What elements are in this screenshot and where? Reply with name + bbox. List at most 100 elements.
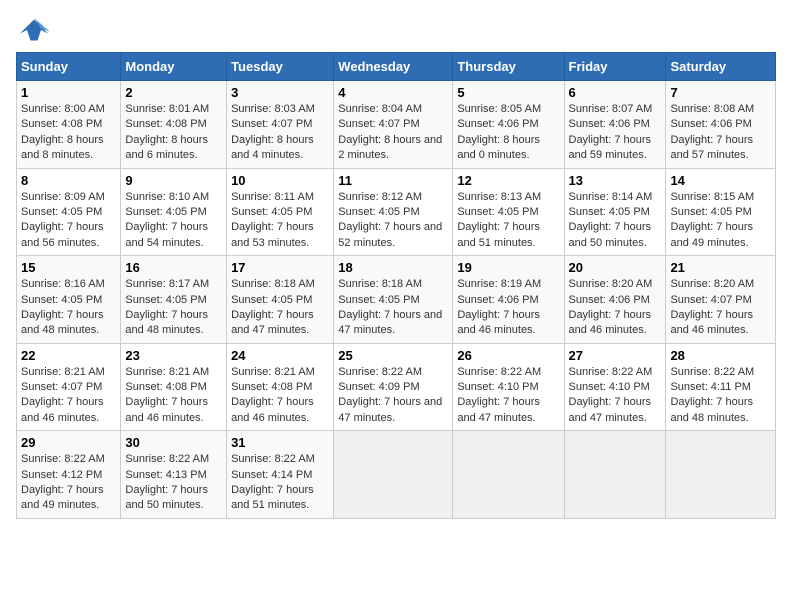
calendar-cell: 23Sunrise: 8:21 AMSunset: 4:08 PMDayligh… xyxy=(121,343,227,431)
calendar-cell: 24 Sunrise: 8:21 AMSunset: 4:08 PMDayligh… xyxy=(227,343,334,431)
calendar-cell: 31 Sunrise: 8:22 AMSunset: 4:14 PMDayligh… xyxy=(227,431,334,519)
day-info: Sunrise: 8:12 AMSunset: 4:05 PMDaylight:… xyxy=(338,190,448,252)
calendar-cell xyxy=(334,431,453,519)
day-info: Sunrise: 8:22 AMSunset: 4:11 PMDaylight:… xyxy=(670,365,771,427)
day-number: 5 xyxy=(457,85,559,100)
calendar-cell: 1 Sunrise: 8:00 AMSunset: 4:08 PMDaylight… xyxy=(17,81,121,169)
calendar-cell: 11 Sunrise: 8:12 AMSunset: 4:05 PMDayligh… xyxy=(334,168,453,256)
calendar-cell: 14 Sunrise: 8:15 AMSunset: 4:05 PMDayligh… xyxy=(666,168,776,256)
day-number: 10 xyxy=(231,173,329,188)
day-info: Sunrise: 8:22 AMSunset: 4:12 PMDaylight:… xyxy=(21,452,116,514)
day-number: 27 xyxy=(569,348,662,363)
day-number: 12 xyxy=(457,173,559,188)
day-info: Sunrise: 8:16 AMSunset: 4:05 PMDaylight:… xyxy=(21,277,116,339)
calendar-cell xyxy=(564,431,666,519)
header-thursday: Thursday xyxy=(453,53,564,81)
calendar-cell xyxy=(453,431,564,519)
day-number: 20 xyxy=(569,260,662,275)
logo xyxy=(16,16,56,44)
day-number: 19 xyxy=(457,260,559,275)
calendar-cell: 27 Sunrise: 8:22 AMSunset: 4:10 PMDayligh… xyxy=(564,343,666,431)
day-info: Sunrise: 8:22 AMSunset: 4:14 PMDaylight:… xyxy=(231,452,329,514)
day-number: 6 xyxy=(569,85,662,100)
calendar-row: 15 Sunrise: 8:16 AMSunset: 4:05 PMDayligh… xyxy=(17,256,776,344)
day-number: 26 xyxy=(457,348,559,363)
calendar-cell: 21Sunrise: 8:20 AMSunset: 4:07 PMDayligh… xyxy=(666,256,776,344)
day-info: Sunrise: 8:22 AMSunset: 4:09 PMDaylight:… xyxy=(338,365,448,427)
day-number: 22 xyxy=(21,348,116,363)
day-number: 28 xyxy=(670,348,771,363)
day-number: 25 xyxy=(338,348,448,363)
day-info: Sunrise: 8:11 AMSunset: 4:05 PMDaylight:… xyxy=(231,190,329,252)
calendar-cell: 7 Sunrise: 8:08 AMSunset: 4:06 PMDaylight… xyxy=(666,81,776,169)
day-number: 24 xyxy=(231,348,329,363)
calendar-cell: 30 Sunrise: 8:22 AMSunset: 4:13 PMDayligh… xyxy=(121,431,227,519)
day-info: Sunrise: 8:22 AMSunset: 4:13 PMDaylight:… xyxy=(125,452,222,514)
day-info: Sunrise: 8:15 AMSunset: 4:05 PMDaylight:… xyxy=(670,190,771,252)
calendar-cell: 15 Sunrise: 8:16 AMSunset: 4:05 PMDayligh… xyxy=(17,256,121,344)
calendar-cell: 3 Sunrise: 8:03 AMSunset: 4:07 PMDaylight… xyxy=(227,81,334,169)
day-number: 7 xyxy=(670,85,771,100)
day-number: 23 xyxy=(125,348,222,363)
day-info: Sunrise: 8:08 AMSunset: 4:06 PMDaylight:… xyxy=(670,102,771,164)
calendar-cell: 6 Sunrise: 8:07 AMSunset: 4:06 PMDaylight… xyxy=(564,81,666,169)
day-info: Sunrise: 8:07 AMSunset: 4:06 PMDaylight:… xyxy=(569,102,662,164)
calendar-cell: 20 Sunrise: 8:20 AMSunset: 4:06 PMDayligh… xyxy=(564,256,666,344)
calendar-cell: 18 Sunrise: 8:18 AMSunset: 4:05 PMDayligh… xyxy=(334,256,453,344)
calendar-cell: 17Sunrise: 8:18 AMSunset: 4:05 PMDayligh… xyxy=(227,256,334,344)
day-number: 11 xyxy=(338,173,448,188)
calendar-cell: 26 Sunrise: 8:22 AMSunset: 4:10 PMDayligh… xyxy=(453,343,564,431)
header-saturday: Saturday xyxy=(666,53,776,81)
day-number: 4 xyxy=(338,85,448,100)
day-info: Sunrise: 8:09 AMSunset: 4:05 PMDaylight:… xyxy=(21,190,116,252)
day-info: Sunrise: 8:04 AMSunset: 4:07 PMDaylight:… xyxy=(338,102,448,164)
day-number: 18 xyxy=(338,260,448,275)
header-sunday: Sunday xyxy=(17,53,121,81)
day-info: Sunrise: 8:10 AMSunset: 4:05 PMDaylight:… xyxy=(125,190,222,252)
day-info: Sunrise: 8:22 AMSunset: 4:10 PMDaylight:… xyxy=(457,365,559,427)
day-info: Sunrise: 8:20 AMSunset: 4:06 PMDaylight:… xyxy=(569,277,662,339)
day-number: 14 xyxy=(670,173,771,188)
day-info: Sunrise: 8:21 AMSunset: 4:08 PMDaylight:… xyxy=(231,365,329,427)
day-info: Sunrise: 8:13 AMSunset: 4:05 PMDaylight:… xyxy=(457,190,559,252)
day-number: 3 xyxy=(231,85,329,100)
day-info: Sunrise: 8:01 AMSunset: 4:08 PMDaylight:… xyxy=(125,102,222,164)
calendar-row: 29 Sunrise: 8:22 AMSunset: 4:12 PMDayligh… xyxy=(17,431,776,519)
calendar-cell: 2 Sunrise: 8:01 AMSunset: 4:08 PMDaylight… xyxy=(121,81,227,169)
calendar-table: SundayMondayTuesdayWednesdayThursdayFrid… xyxy=(16,52,776,519)
calendar-cell: 9Sunrise: 8:10 AMSunset: 4:05 PMDaylight… xyxy=(121,168,227,256)
day-number: 31 xyxy=(231,435,329,450)
day-info: Sunrise: 8:22 AMSunset: 4:10 PMDaylight:… xyxy=(569,365,662,427)
calendar-cell: 13Sunrise: 8:14 AMSunset: 4:05 PMDayligh… xyxy=(564,168,666,256)
day-number: 30 xyxy=(125,435,222,450)
day-info: Sunrise: 8:05 AMSunset: 4:06 PMDaylight:… xyxy=(457,102,559,164)
day-info: Sunrise: 8:18 AMSunset: 4:05 PMDaylight:… xyxy=(338,277,448,339)
header xyxy=(16,16,776,44)
day-number: 1 xyxy=(21,85,116,100)
header-tuesday: Tuesday xyxy=(227,53,334,81)
calendar-row: 8 Sunrise: 8:09 AMSunset: 4:05 PMDaylight… xyxy=(17,168,776,256)
calendar-cell: 22 Sunrise: 8:21 AMSunset: 4:07 PMDayligh… xyxy=(17,343,121,431)
calendar-cell: 28 Sunrise: 8:22 AMSunset: 4:11 PMDayligh… xyxy=(666,343,776,431)
calendar-cell: 4 Sunrise: 8:04 AMSunset: 4:07 PMDaylight… xyxy=(334,81,453,169)
day-info: Sunrise: 8:00 AMSunset: 4:08 PMDaylight:… xyxy=(21,102,116,164)
day-number: 29 xyxy=(21,435,116,450)
calendar-cell xyxy=(666,431,776,519)
calendar-cell: 16Sunrise: 8:17 AMSunset: 4:05 PMDayligh… xyxy=(121,256,227,344)
header-wednesday: Wednesday xyxy=(334,53,453,81)
calendar-header-row: SundayMondayTuesdayWednesdayThursdayFrid… xyxy=(17,53,776,81)
day-number: 16 xyxy=(125,260,222,275)
calendar-cell: 12 Sunrise: 8:13 AMSunset: 4:05 PMDayligh… xyxy=(453,168,564,256)
calendar-cell: 10 Sunrise: 8:11 AMSunset: 4:05 PMDayligh… xyxy=(227,168,334,256)
calendar-row: 22 Sunrise: 8:21 AMSunset: 4:07 PMDayligh… xyxy=(17,343,776,431)
calendar-cell: 5 Sunrise: 8:05 AMSunset: 4:06 PMDaylight… xyxy=(453,81,564,169)
day-info: Sunrise: 8:03 AMSunset: 4:07 PMDaylight:… xyxy=(231,102,329,164)
day-number: 2 xyxy=(125,85,222,100)
day-number: 15 xyxy=(21,260,116,275)
day-number: 17 xyxy=(231,260,329,275)
day-number: 8 xyxy=(21,173,116,188)
day-number: 21 xyxy=(670,260,771,275)
day-info: Sunrise: 8:21 AMSunset: 4:07 PMDaylight:… xyxy=(21,365,116,427)
day-number: 13 xyxy=(569,173,662,188)
header-monday: Monday xyxy=(121,53,227,81)
